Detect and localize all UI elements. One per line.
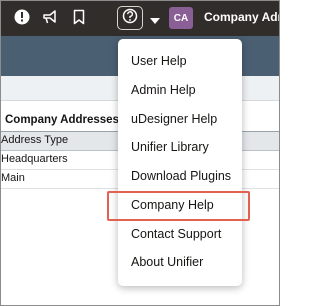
top-header-bar: CA Company Admi	[1, 1, 279, 36]
company-name[interactable]: Company Admi	[204, 10, 279, 24]
section-title: Company Addresses	[5, 114, 119, 126]
table-cell: Headquarters	[1, 153, 68, 165]
announcements-icon[interactable]	[42, 9, 58, 25]
menu-item-unifier-library[interactable]: Unifier Library	[131, 140, 209, 154]
chevron-down-icon[interactable]	[150, 13, 160, 31]
avatar[interactable]: CA	[169, 7, 193, 29]
column-header-address-type[interactable]: Address Type	[1, 134, 68, 146]
menu-item-udesigner-help[interactable]: uDesigner Help	[131, 112, 217, 126]
table-cell: Main	[1, 172, 25, 184]
menu-item-download-plugins[interactable]: Download Plugins	[131, 169, 231, 183]
help-icon	[122, 8, 138, 29]
bookmark-icon[interactable]	[71, 9, 87, 25]
menu-item-about-unifier[interactable]: About Unifier	[131, 255, 203, 269]
help-dropdown-menu: User Help Admin Help uDesigner Help Unif…	[118, 39, 242, 286]
menu-item-admin-help[interactable]: Admin Help	[131, 83, 196, 97]
info-icon[interactable]	[14, 9, 30, 25]
help-button[interactable]	[117, 6, 143, 30]
menu-item-user-help[interactable]: User Help	[131, 54, 187, 68]
menu-item-contact-support[interactable]: Contact Support	[131, 227, 221, 241]
screenshot-frame: CA Company Admi Company Addresses Addres…	[0, 0, 280, 306]
highlight-box	[107, 191, 250, 221]
